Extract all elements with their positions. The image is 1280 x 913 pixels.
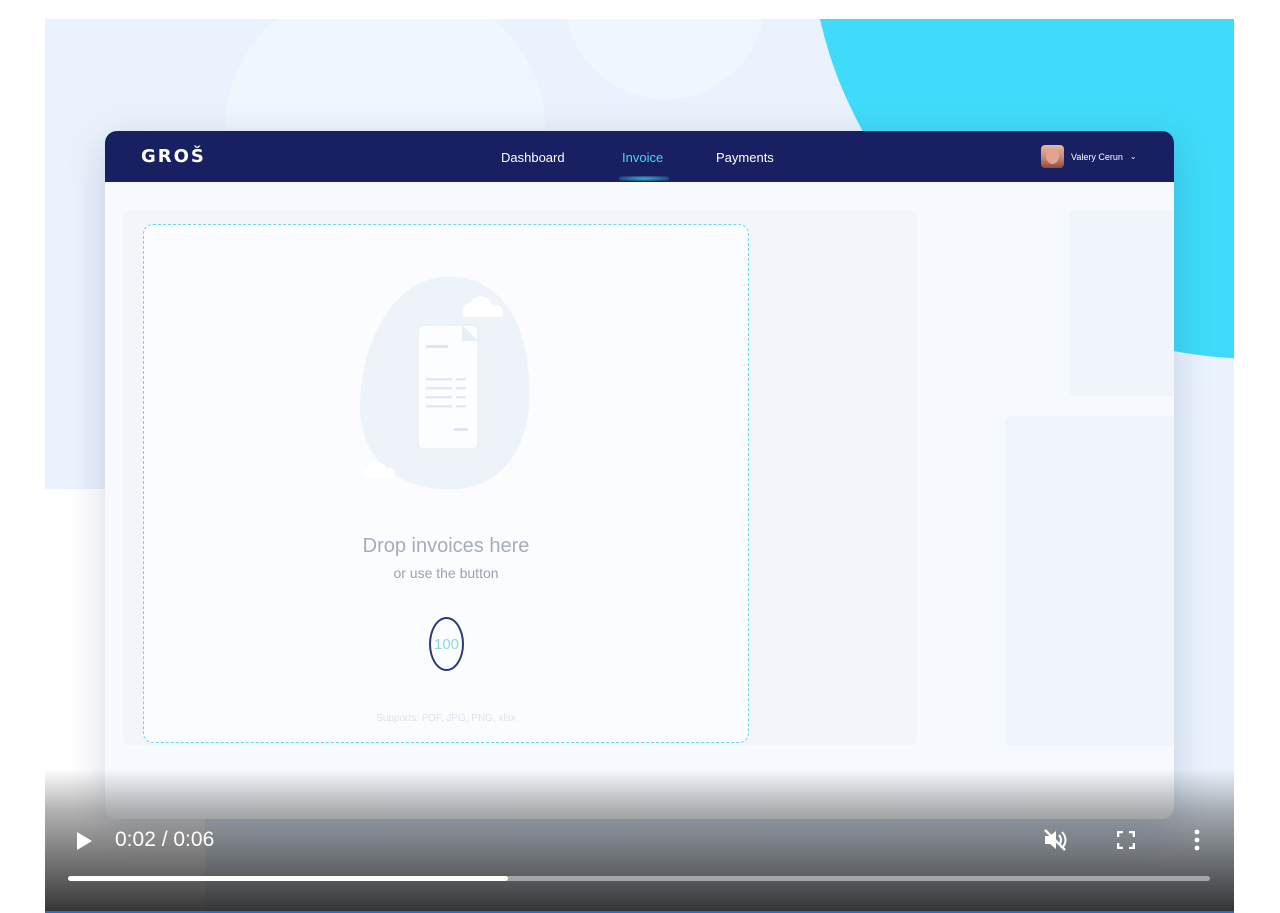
- dropzone-title: Drop invoices here: [362, 535, 530, 557]
- time-display: 0:02 / 0:06: [115, 828, 215, 851]
- progress-fill: [68, 876, 508, 881]
- background-circle: [565, 19, 765, 99]
- play-icon[interactable]: [75, 831, 93, 851]
- upload-count-badge[interactable]: 100: [429, 617, 464, 671]
- user-name: Valery Cerun: [1071, 151, 1123, 162]
- chevron-down-icon: ⌄: [1129, 152, 1137, 161]
- progress-bar[interactable]: [68, 876, 1210, 881]
- logo: GROŠ: [141, 146, 206, 167]
- top-nav: GROŠ Dashboard Invoice Payments Valery C…: [105, 131, 1174, 182]
- more-vert-icon[interactable]: [1192, 828, 1202, 852]
- invoice-illustration-icon: [359, 276, 530, 490]
- fullscreen-icon[interactable]: [1117, 831, 1135, 849]
- nav-invoice[interactable]: Invoice: [622, 150, 663, 165]
- active-nav-indicator: [619, 176, 669, 181]
- dropzone-subtitle: or use the button: [393, 565, 499, 581]
- nav-dashboard[interactable]: Dashboard: [501, 150, 565, 165]
- side-panel: [1069, 211, 1174, 396]
- app-window: GROŠ Dashboard Invoice Payments Valery C…: [105, 131, 1174, 819]
- muted-speaker-icon[interactable]: [1042, 827, 1068, 853]
- invoice-dropzone[interactable]: Drop invoices here or use the button 100…: [143, 224, 749, 743]
- supported-formats: Supports: PDF, JPG, PNG, xlsx: [376, 713, 516, 724]
- side-panel: [1005, 416, 1174, 746]
- nav-payments[interactable]: Payments: [716, 150, 774, 165]
- user-menu[interactable]: Valery Cerun ⌄: [1041, 145, 1137, 168]
- video-player[interactable]: GROŠ Dashboard Invoice Payments Valery C…: [45, 19, 1234, 913]
- avatar: [1041, 145, 1064, 168]
